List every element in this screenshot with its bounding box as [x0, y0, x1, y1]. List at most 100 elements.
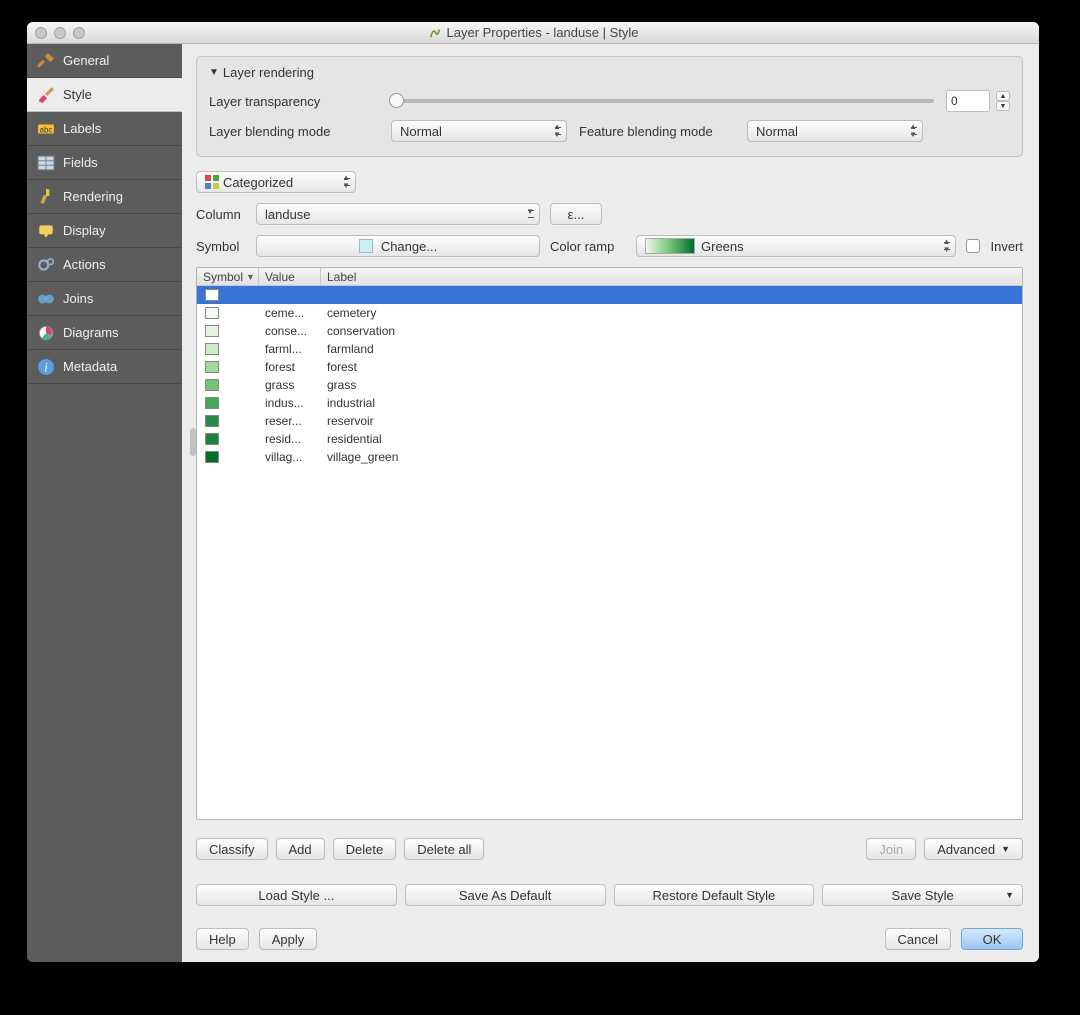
sidebar-item-label: Metadata	[63, 359, 117, 374]
category-swatch-icon	[205, 289, 219, 301]
disclosure-triangle-icon: ▼	[209, 67, 219, 78]
classify-button[interactable]: Classify	[196, 838, 268, 860]
paintbrush-icon	[37, 188, 55, 206]
sidebar-item-joins[interactable]: Joins	[27, 282, 182, 316]
table-body[interactable]: ceme...cemeteryconse...conservationfarml…	[197, 286, 1022, 819]
table-row[interactable]: villag...village_green	[197, 448, 1022, 466]
category-swatch-icon	[205, 451, 219, 463]
restore-default-button[interactable]: Restore Default Style	[614, 884, 815, 906]
category-swatch-icon	[205, 343, 219, 355]
category-value: conse...	[259, 324, 321, 338]
dropdown-triangle-icon: ▼	[1005, 890, 1014, 900]
sidebar-item-style[interactable]: Style	[27, 78, 182, 112]
sidebar-item-label: General	[63, 53, 109, 68]
advanced-button[interactable]: Advanced ▼	[924, 838, 1023, 860]
category-value: grass	[259, 378, 321, 392]
sidebar-item-label: Style	[63, 87, 92, 102]
feature-blend-value: Normal	[756, 124, 798, 139]
transparency-slider[interactable]	[391, 99, 934, 103]
sidebar-item-display[interactable]: Display	[27, 214, 182, 248]
symbol-change-button[interactable]: Change...	[256, 235, 540, 257]
th-label[interactable]: Label	[321, 268, 1022, 285]
category-label: conservation	[321, 324, 1022, 338]
table-row[interactable]: indus...industrial	[197, 394, 1022, 412]
category-swatch-icon	[205, 415, 219, 427]
layer-rendering-toggle[interactable]: ▼ Layer rendering	[209, 65, 1010, 80]
help-button[interactable]: Help	[196, 928, 249, 950]
sidebar-item-label: Joins	[63, 291, 93, 306]
table-row[interactable]	[197, 286, 1022, 304]
cancel-button[interactable]: Cancel	[885, 928, 951, 950]
sidebar-item-label: Actions	[63, 257, 106, 272]
save-style-button[interactable]: Save Style ▼	[822, 884, 1023, 906]
color-ramp-label: Color ramp	[550, 239, 626, 254]
classify-button-label: Classify	[209, 842, 255, 857]
category-label: industrial	[321, 396, 1022, 410]
info-icon: i	[37, 358, 55, 376]
sidebar-item-diagrams[interactable]: Diagrams	[27, 316, 182, 350]
add-button[interactable]: Add	[276, 838, 325, 860]
sidebar-item-metadata[interactable]: i Metadata	[27, 350, 182, 384]
table-row[interactable]: forestforest	[197, 358, 1022, 376]
cancel-button-label: Cancel	[898, 932, 938, 947]
table-row[interactable]: conse...conservation	[197, 322, 1022, 340]
advanced-button-label: Advanced	[937, 842, 995, 857]
table-row[interactable]: grassgrass	[197, 376, 1022, 394]
table-row[interactable]: farml...farmland	[197, 340, 1022, 358]
th-value[interactable]: Value	[259, 268, 321, 285]
th-symbol[interactable]: Symbol ▼	[197, 268, 259, 285]
close-icon[interactable]	[35, 27, 47, 39]
delete-button[interactable]: Delete	[333, 838, 397, 860]
brush-icon	[37, 86, 55, 104]
scrollbar-thumb[interactable]	[190, 428, 196, 456]
category-swatch-icon	[205, 433, 219, 445]
category-value: reser...	[259, 414, 321, 428]
window-title-text: Layer Properties - landuse | Style	[447, 25, 639, 40]
layer-blend-label: Layer blending mode	[209, 124, 379, 139]
invert-label: Invert	[990, 239, 1023, 254]
sidebar-item-fields[interactable]: Fields	[27, 146, 182, 180]
sidebar-item-actions[interactable]: Actions	[27, 248, 182, 282]
save-default-label: Save As Default	[459, 888, 552, 903]
load-style-button[interactable]: Load Style ...	[196, 884, 397, 906]
expression-button[interactable]: ε...	[550, 203, 602, 225]
tooltip-icon	[37, 222, 55, 240]
th-symbol-label: Symbol	[203, 270, 243, 284]
transparency-spinner[interactable]: 0	[946, 90, 990, 112]
save-default-button[interactable]: Save As Default	[405, 884, 606, 906]
titlebar: Layer Properties - landuse | Style	[27, 22, 1039, 44]
delete-button-label: Delete	[346, 842, 384, 857]
sort-indicator-icon: ▼	[246, 272, 255, 282]
sidebar-item-rendering[interactable]: Rendering	[27, 180, 182, 214]
delete-all-button[interactable]: Delete all	[404, 838, 484, 860]
category-value: indus...	[259, 396, 321, 410]
dialog-window: Layer Properties - landuse | Style Gener…	[27, 22, 1039, 962]
categorized-icon	[205, 175, 219, 189]
category-label: cemetery	[321, 306, 1022, 320]
spin-down-button[interactable]: ▼	[996, 101, 1010, 111]
sidebar-item-general[interactable]: General	[27, 44, 182, 78]
restore-default-label: Restore Default Style	[652, 888, 775, 903]
sidebar-item-labels[interactable]: abc Labels	[27, 112, 182, 146]
apply-button-label: Apply	[272, 932, 305, 947]
join-button[interactable]: Join	[866, 838, 916, 860]
feature-blend-combo[interactable]: Normal ▲▼	[747, 120, 923, 142]
minimize-icon[interactable]	[54, 27, 66, 39]
apply-button[interactable]: Apply	[259, 928, 318, 950]
table-row[interactable]: ceme...cemetery	[197, 304, 1022, 322]
ok-button[interactable]: OK	[961, 928, 1023, 950]
column-label: Column	[196, 207, 246, 222]
column-combo[interactable]: landuse ▼	[256, 203, 540, 225]
th-value-label: Value	[265, 270, 295, 284]
color-ramp-combo[interactable]: Greens ▲▼	[636, 235, 956, 257]
category-swatch-icon	[205, 379, 219, 391]
renderer-type-combo[interactable]: Categorized ▲▼	[196, 171, 356, 193]
spin-up-button[interactable]: ▲	[996, 91, 1010, 101]
invert-checkbox[interactable]	[966, 239, 980, 253]
layer-blend-value: Normal	[400, 124, 442, 139]
zoom-icon[interactable]	[73, 27, 85, 39]
layer-blend-combo[interactable]: Normal ▲▼	[391, 120, 567, 142]
table-row[interactable]: resid...residential	[197, 430, 1022, 448]
table-row[interactable]: reser...reservoir	[197, 412, 1022, 430]
categories-table: Symbol ▼ Value Label ceme...cemeterycons…	[196, 267, 1023, 820]
